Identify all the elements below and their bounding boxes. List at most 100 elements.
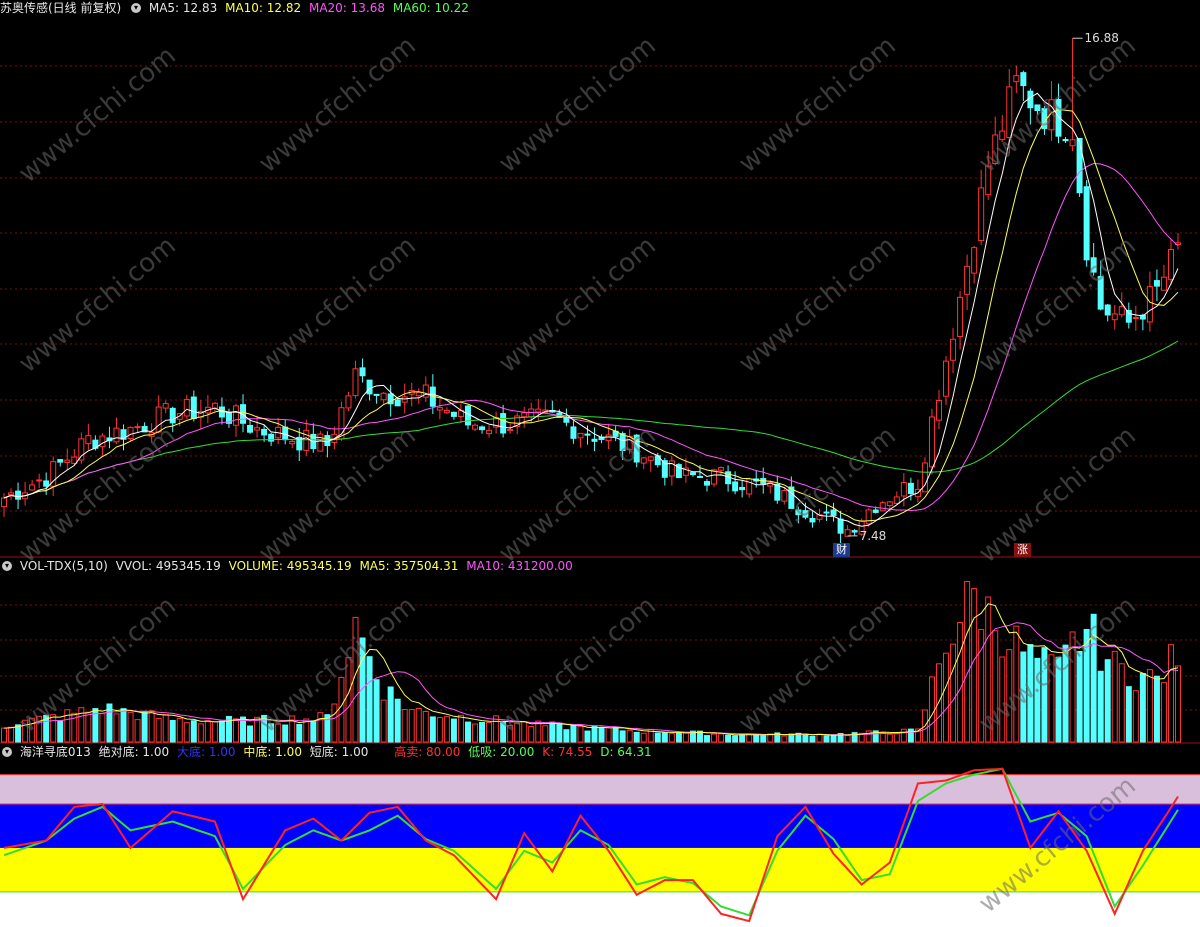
candle: [1062, 137, 1069, 143]
candle: [85, 423, 92, 450]
volume-bar: [1020, 651, 1027, 743]
candle-body: [605, 434, 612, 442]
volume-bar: [155, 718, 162, 743]
candle-body: [837, 518, 844, 534]
ma10-line: [3, 109, 1179, 522]
candle: [43, 472, 50, 495]
volume-bar: [605, 727, 612, 743]
volume-bar: [113, 713, 120, 743]
candle: [415, 388, 422, 404]
ma10-legend: MA10: 12.82: [225, 1, 302, 15]
volume-bar: [718, 733, 725, 743]
toggle-icon[interactable]: ▾: [2, 746, 12, 757]
volume-bar: [542, 725, 549, 743]
candle: [971, 246, 978, 284]
candle-body: [1111, 313, 1118, 321]
candle: [106, 426, 113, 449]
volume-bar: [162, 714, 169, 743]
low-buy-legend: 低吸: 20.00: [468, 745, 535, 759]
stock-chart[interactable]: 16.88 7.48: [0, 0, 1200, 927]
volume-bar: [802, 733, 809, 743]
volume-bar: [338, 677, 345, 743]
volume-bar: [366, 656, 373, 743]
candle: [1160, 264, 1167, 291]
candle: [1175, 233, 1182, 250]
volume-bar: [521, 721, 528, 743]
candle: [781, 487, 788, 505]
candle-body: [935, 399, 942, 421]
volume-bar: [1090, 613, 1097, 743]
candle: [422, 376, 429, 403]
toggle-icon[interactable]: ▾: [2, 560, 12, 571]
ma60-legend: MA60: 10.22: [392, 1, 469, 15]
volume-bar: [282, 724, 289, 743]
volume-bar: [183, 722, 190, 743]
limit-up-tag[interactable]: 涨: [1014, 543, 1031, 557]
volume-bar: [985, 596, 992, 743]
candle-body: [584, 433, 591, 436]
candle: [900, 473, 907, 507]
volume-bar: [928, 676, 935, 743]
volume-bar: [682, 732, 689, 743]
volume-grid: [0, 604, 1200, 711]
candle-body: [303, 429, 310, 451]
toggle-icon[interactable]: ▾: [131, 2, 142, 13]
candle: [486, 425, 493, 438]
candle: [148, 423, 155, 442]
candle: [1153, 269, 1160, 302]
volume-bar: [218, 720, 225, 743]
candle: [1034, 104, 1041, 115]
candle-body: [992, 134, 999, 164]
candle-body: [1104, 304, 1111, 316]
candle: [29, 480, 36, 491]
candle: [675, 463, 682, 479]
candle: [282, 419, 289, 445]
candle-body: [900, 482, 907, 497]
volume-bar: [964, 580, 971, 743]
candle-body: [1160, 276, 1167, 291]
candle-body: [232, 405, 239, 426]
candle-body: [1083, 186, 1090, 261]
candle: [1013, 65, 1020, 94]
volume-bar: [380, 699, 387, 743]
short-bottom-legend: 短底: 1.00: [309, 745, 369, 759]
zone-band: [0, 847, 1200, 892]
candlestick-series: [1, 38, 1182, 544]
candle-body: [978, 187, 985, 242]
volume-bar: [1034, 657, 1041, 743]
volume-bar: [626, 729, 633, 743]
candle-body: [1118, 306, 1125, 316]
candle-body: [394, 399, 401, 407]
vol-indicator-name[interactable]: VOL-TDX(5,10): [20, 559, 108, 573]
candle: [436, 398, 443, 420]
volume-bar: [1146, 669, 1153, 743]
candle-body: [809, 517, 816, 523]
indicator-name[interactable]: 海洋寻底013: [20, 745, 91, 759]
volume-bar: [450, 718, 457, 743]
stock-title[interactable]: 苏奥传感(日线 前复权): [0, 1, 121, 15]
candle: [879, 500, 886, 512]
volume-bar: [57, 720, 64, 743]
candle: [907, 477, 914, 501]
candle: [985, 151, 992, 200]
volume-bar: [317, 712, 324, 743]
candle: [591, 427, 598, 452]
volume-bar: [1013, 625, 1020, 743]
candle-body: [507, 428, 514, 432]
volume-bar: [1132, 690, 1139, 743]
volume-bar: [296, 723, 303, 743]
volume-bar: [577, 725, 584, 743]
candle: [1118, 292, 1125, 318]
candle: [950, 328, 957, 374]
candle-body: [85, 435, 92, 445]
candle-body: [971, 247, 978, 274]
finance-tag[interactable]: 财: [833, 543, 850, 557]
candle: [380, 392, 387, 404]
volume-bar: [549, 721, 556, 743]
candle-body: [415, 391, 422, 397]
candle: [704, 478, 710, 492]
candle-body: [1013, 75, 1020, 83]
volume-bar: [394, 698, 401, 743]
volume-bar: [1062, 644, 1069, 743]
candle: [310, 423, 317, 453]
